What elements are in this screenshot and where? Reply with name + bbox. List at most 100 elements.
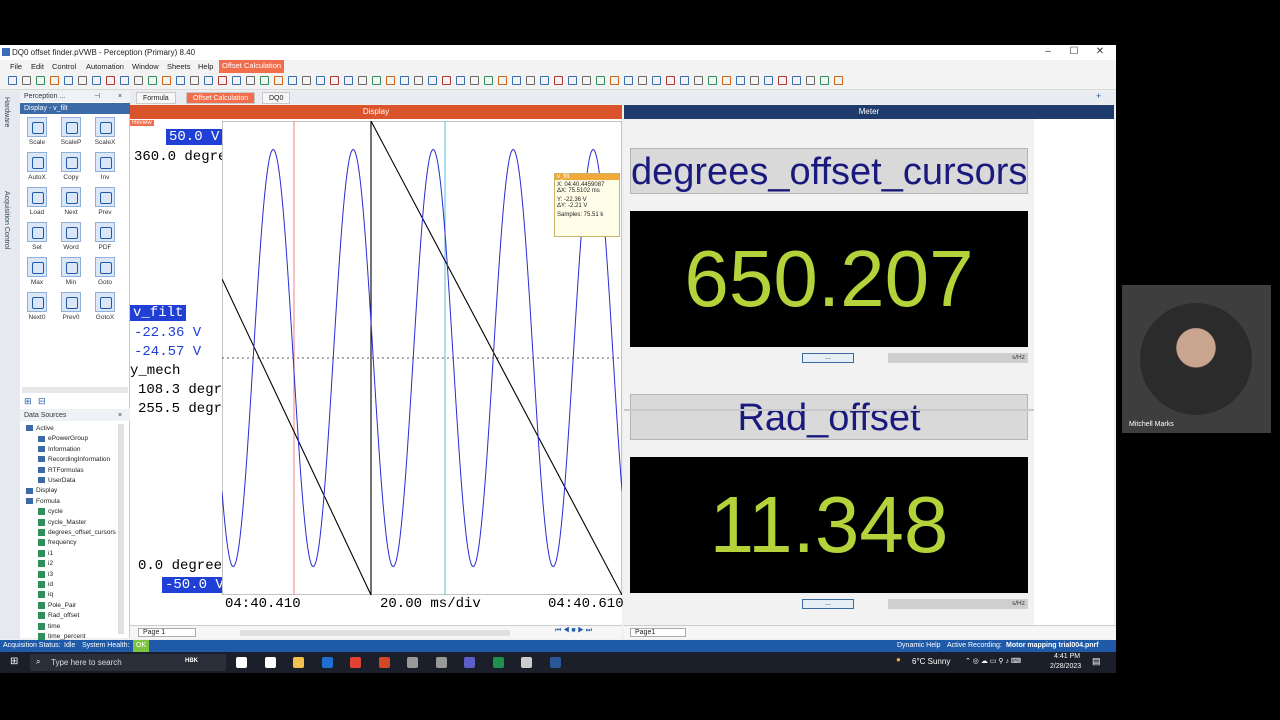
menu-control[interactable]: Control [52, 62, 76, 71]
toolbar-button-icon[interactable] [204, 76, 213, 85]
meter-1-options-button[interactable]: ... [802, 353, 854, 363]
tree-item[interactable]: Display [26, 487, 57, 494]
tool-copy[interactable]: Copy [58, 152, 84, 184]
toolbar-button-icon[interactable] [610, 76, 619, 85]
tree-item[interactable]: i3 [38, 570, 53, 578]
toolbar-button-icon[interactable] [50, 76, 59, 85]
tree-item[interactable]: Active [26, 425, 54, 432]
toolbar-button-icon[interactable] [316, 76, 325, 85]
toolbar-button-icon[interactable] [274, 76, 283, 85]
tool-next[interactable]: Next [58, 187, 84, 219]
toolbar-button-icon[interactable] [792, 76, 801, 85]
toolbar-button-icon[interactable] [694, 76, 703, 85]
menu-automation[interactable]: Automation [86, 62, 124, 71]
toolbar-button-icon[interactable] [470, 76, 479, 85]
toolbar-button-icon[interactable] [414, 76, 423, 85]
tool-max[interactable]: Max [24, 257, 50, 289]
app-icon[interactable] [407, 657, 418, 668]
clock-date[interactable]: 2/28/2023 [1050, 663, 1081, 670]
toolbar-button-icon[interactable] [246, 76, 255, 85]
toolbar-button-icon[interactable] [554, 76, 563, 85]
toolbar-button-icon[interactable] [750, 76, 759, 85]
tree-item[interactable]: UserData [38, 477, 75, 484]
toolbar-button-icon[interactable] [330, 76, 339, 85]
tab-formula[interactable]: Formula [136, 92, 176, 104]
toolbar-button-icon[interactable] [540, 76, 549, 85]
tree-item[interactable]: Rad_offset [38, 612, 79, 619]
toolbar-button-icon[interactable] [92, 76, 101, 85]
toolbar-button-icon[interactable] [372, 76, 381, 85]
tab-offset-calculation[interactable]: Offset Calculation [186, 92, 256, 104]
toolbar-button-icon[interactable] [736, 76, 745, 85]
notification-icon[interactable]: ▤ [1092, 656, 1101, 667]
tool-scale[interactable]: Scale [24, 117, 50, 149]
toolbar-button-icon[interactable] [456, 76, 465, 85]
menu-sheets[interactable]: Sheets [167, 62, 190, 71]
toolbar-button-icon[interactable] [764, 76, 773, 85]
outlook-icon[interactable] [321, 657, 333, 668]
toolbar-button-icon[interactable] [8, 76, 17, 85]
display-page-tab[interactable]: Page 1 [138, 628, 197, 637]
tab-dq0[interactable]: DQ0 [262, 92, 291, 104]
tool-next0[interactable]: Next0 [24, 292, 50, 324]
tree-item[interactable]: time [38, 622, 60, 630]
tree-item[interactable]: RTFormulas [38, 467, 84, 474]
tree-item[interactable]: Pole_Pair [38, 601, 76, 609]
toolbar-button-icon[interactable] [806, 76, 815, 85]
weather-icon[interactable]: ● [896, 655, 901, 664]
toolbar-button-icon[interactable] [666, 76, 675, 85]
menu-window[interactable]: Window [132, 62, 159, 71]
remove-icon[interactable]: ⊟ [38, 396, 46, 407]
toolbar-button-icon[interactable] [218, 76, 227, 85]
word-icon[interactable] [549, 657, 561, 668]
perception-icon[interactable] [521, 657, 532, 668]
toolbar-button-icon[interactable] [596, 76, 605, 85]
tool-pdf[interactable]: PDF [92, 222, 118, 254]
toolbar-button-icon[interactable] [64, 76, 73, 85]
tree-item[interactable]: Information [38, 446, 81, 453]
toolbar-button-icon[interactable] [176, 76, 185, 85]
tools-scrollbar[interactable] [22, 387, 128, 393]
toolbar-button-icon[interactable] [708, 76, 717, 85]
excel-icon[interactable] [492, 657, 504, 668]
toolbar-button-icon[interactable] [22, 76, 31, 85]
toolbar-button-icon[interactable] [344, 76, 353, 85]
tree-item[interactable]: cycle_Master [38, 518, 86, 526]
display-horizontal-scrollbar[interactable] [240, 630, 510, 636]
tree-item[interactable]: id [38, 581, 53, 588]
toolbar-button-icon[interactable] [428, 76, 437, 85]
toolbar-button-icon[interactable] [498, 76, 507, 85]
minimize-button[interactable]: – [1038, 46, 1058, 57]
toolbar-button-icon[interactable] [148, 76, 157, 85]
tool-prev[interactable]: Prev [92, 187, 118, 219]
meter-divider[interactable] [624, 409, 1034, 411]
meter-2-options-button[interactable]: ... [802, 599, 854, 609]
tree-scrollbar[interactable] [118, 424, 124, 634]
tree-item[interactable]: ePowerGroup [38, 435, 88, 442]
toolbar-button-icon[interactable] [442, 76, 451, 85]
tree-item[interactable]: i2 [38, 560, 53, 567]
toolbar-button-icon[interactable] [652, 76, 661, 85]
tree-item[interactable]: iq [38, 591, 53, 599]
toolbar-button-icon[interactable] [190, 76, 199, 85]
clock-time[interactable]: 4:41 PM [1054, 653, 1080, 660]
toolbar-button-icon[interactable] [134, 76, 143, 85]
menu-edit[interactable]: Edit [31, 62, 44, 71]
dynamic-help-link[interactable]: Dynamic Help [897, 640, 941, 652]
toolbar-button-icon[interactable] [568, 76, 577, 85]
toolbar-button-icon[interactable] [624, 76, 633, 85]
toolbar-button-icon[interactable] [778, 76, 787, 85]
tool-scalep[interactable]: ScaleP [58, 117, 84, 149]
toolbar-button-icon[interactable] [722, 76, 731, 85]
toolbar-button-icon[interactable] [260, 76, 269, 85]
toolbar-button-icon[interactable] [526, 76, 535, 85]
tree-item[interactable]: degrees_offset_cursors [38, 529, 116, 536]
tool-inv[interactable]: Inv [92, 152, 118, 184]
weather-text[interactable]: 6°C Sunny [912, 657, 950, 666]
series-name-v-filt[interactable]: v_filt [130, 305, 187, 321]
widgets-icon[interactable] [264, 657, 276, 668]
toolbar-button-icon[interactable] [162, 76, 171, 85]
toolbar-button-icon[interactable] [400, 76, 409, 85]
pin-icon[interactable]: ⊣ [94, 91, 100, 102]
toolbar-button-icon[interactable] [232, 76, 241, 85]
